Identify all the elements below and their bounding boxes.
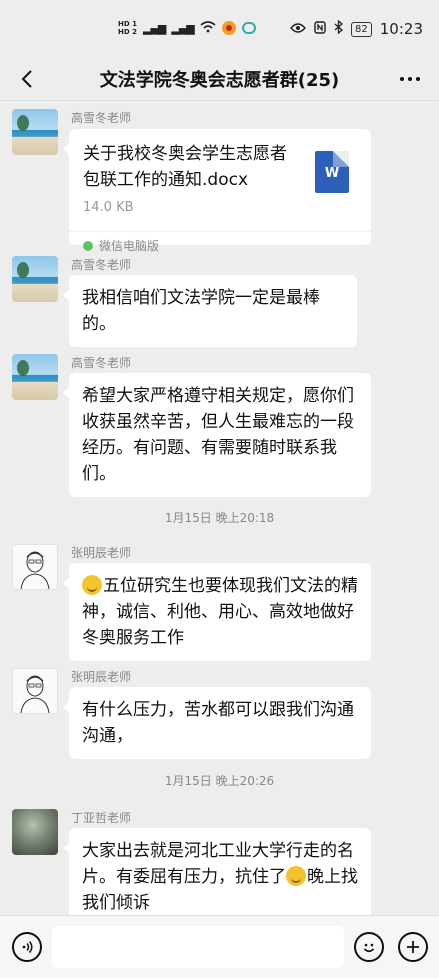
signal-icon: ▂▄▆ bbox=[142, 21, 166, 35]
wifi-icon bbox=[200, 20, 216, 36]
more-dot bbox=[416, 77, 420, 81]
page-title: 文法学院冬奥会志愿者群(25) bbox=[99, 70, 340, 91]
sim1-label: HD 1 bbox=[118, 20, 137, 28]
file-name: 关于我校冬奥会学生志愿者包联工作的通知.docx bbox=[83, 144, 287, 190]
emoji-button[interactable] bbox=[354, 932, 384, 962]
word-document-icon: W bbox=[315, 151, 349, 193]
nfc-icon bbox=[314, 20, 326, 38]
message-input[interactable] bbox=[52, 926, 344, 968]
eye-icon bbox=[290, 21, 306, 37]
smiling-face-emoji-icon bbox=[82, 575, 102, 595]
sim2-label: HD 2 bbox=[118, 28, 137, 36]
file-message-card[interactable]: 关于我校冬奥会学生志愿者包联工作的通知.docx 14.0 KB W 微信电脑版 bbox=[63, 129, 371, 253]
smiling-face-emoji-icon bbox=[286, 866, 306, 886]
avatar[interactable] bbox=[12, 354, 58, 400]
sender-name: 张明辰老师 bbox=[71, 546, 132, 560]
message-text: 五位研究生也要体现我们文法的精神，诚信、利他、用心、高效地做好冬奥服务工作 bbox=[82, 576, 358, 648]
sim-indicator: HD 1 HD 2 bbox=[118, 20, 137, 36]
wechat-icon bbox=[83, 241, 93, 251]
message-bubble[interactable]: 有什么压力，苦水都可以跟我们沟通沟通， bbox=[63, 687, 371, 759]
time-separator: 1月15日 晚上20:18 bbox=[164, 511, 275, 525]
chat-header: 文法学院冬奥会志愿者群(25) bbox=[0, 58, 439, 100]
avatar[interactable] bbox=[12, 109, 58, 155]
status-right: 82 10:23 bbox=[290, 19, 423, 38]
plus-icon bbox=[407, 941, 419, 953]
plus-button[interactable] bbox=[398, 932, 428, 962]
message-bubble[interactable]: 希望大家严格遵守相关规定，愿你们收获虽然辛苦，但人生最难忘的一段经历。有问题、有… bbox=[63, 373, 371, 497]
sender-name: 丁亚哲老师 bbox=[71, 811, 132, 825]
weibo-icon bbox=[221, 21, 236, 35]
chat-area[interactable]: 高雪冬老师 关于我校冬奥会学生志愿者包联工作的通知.docx 14.0 KB W… bbox=[0, 101, 439, 915]
sender-name: 高雪冬老师 bbox=[71, 111, 132, 125]
more-dot bbox=[408, 77, 412, 81]
time-separator: 1月15日 晚上20:26 bbox=[164, 774, 275, 788]
status-time: 10:23 bbox=[379, 20, 423, 38]
emoji-icon bbox=[363, 943, 375, 953]
avatar[interactable] bbox=[12, 256, 58, 302]
more-dot bbox=[400, 77, 404, 81]
input-bar bbox=[0, 915, 439, 978]
message-bubble[interactable]: 五位研究生也要体现我们文法的精神，诚信、利他、用心、高效地做好冬奥服务工作 bbox=[63, 563, 371, 661]
battery-indicator: 82 bbox=[351, 21, 372, 37]
avatar[interactable] bbox=[12, 809, 58, 855]
sketch-portrait-icon bbox=[20, 675, 50, 713]
sender-name: 张明辰老师 bbox=[71, 670, 132, 684]
status-left: HD 1 HD 2 ▂▄▆ ▂▄▆ bbox=[118, 20, 256, 36]
more-button[interactable] bbox=[395, 66, 425, 92]
message-bubble[interactable]: 大家出去就是河北工业大学行走的名片。有委屈有压力，抗住了 晚上找我们倾诉 bbox=[63, 828, 371, 915]
voice-icon bbox=[22, 941, 33, 953]
file-size: 14.0 KB bbox=[83, 200, 134, 215]
bluetooth-icon bbox=[334, 19, 344, 38]
sender-name: 高雪冬老师 bbox=[71, 258, 132, 272]
avatar[interactable] bbox=[12, 668, 58, 714]
voice-button[interactable] bbox=[12, 932, 42, 962]
sketch-portrait-icon bbox=[20, 551, 50, 589]
message-bubble[interactable]: 我相信咱们文法学院一定是最棒的。 bbox=[63, 275, 357, 347]
message-icon bbox=[241, 22, 256, 34]
avatar[interactable] bbox=[12, 544, 58, 590]
sender-name: 高雪冬老师 bbox=[71, 356, 132, 370]
status-bar: HD 1 HD 2 ▂▄▆ ▂▄▆ 82 10:23 bbox=[0, 0, 439, 58]
signal-icon-2: ▂▄▆ bbox=[171, 21, 194, 35]
